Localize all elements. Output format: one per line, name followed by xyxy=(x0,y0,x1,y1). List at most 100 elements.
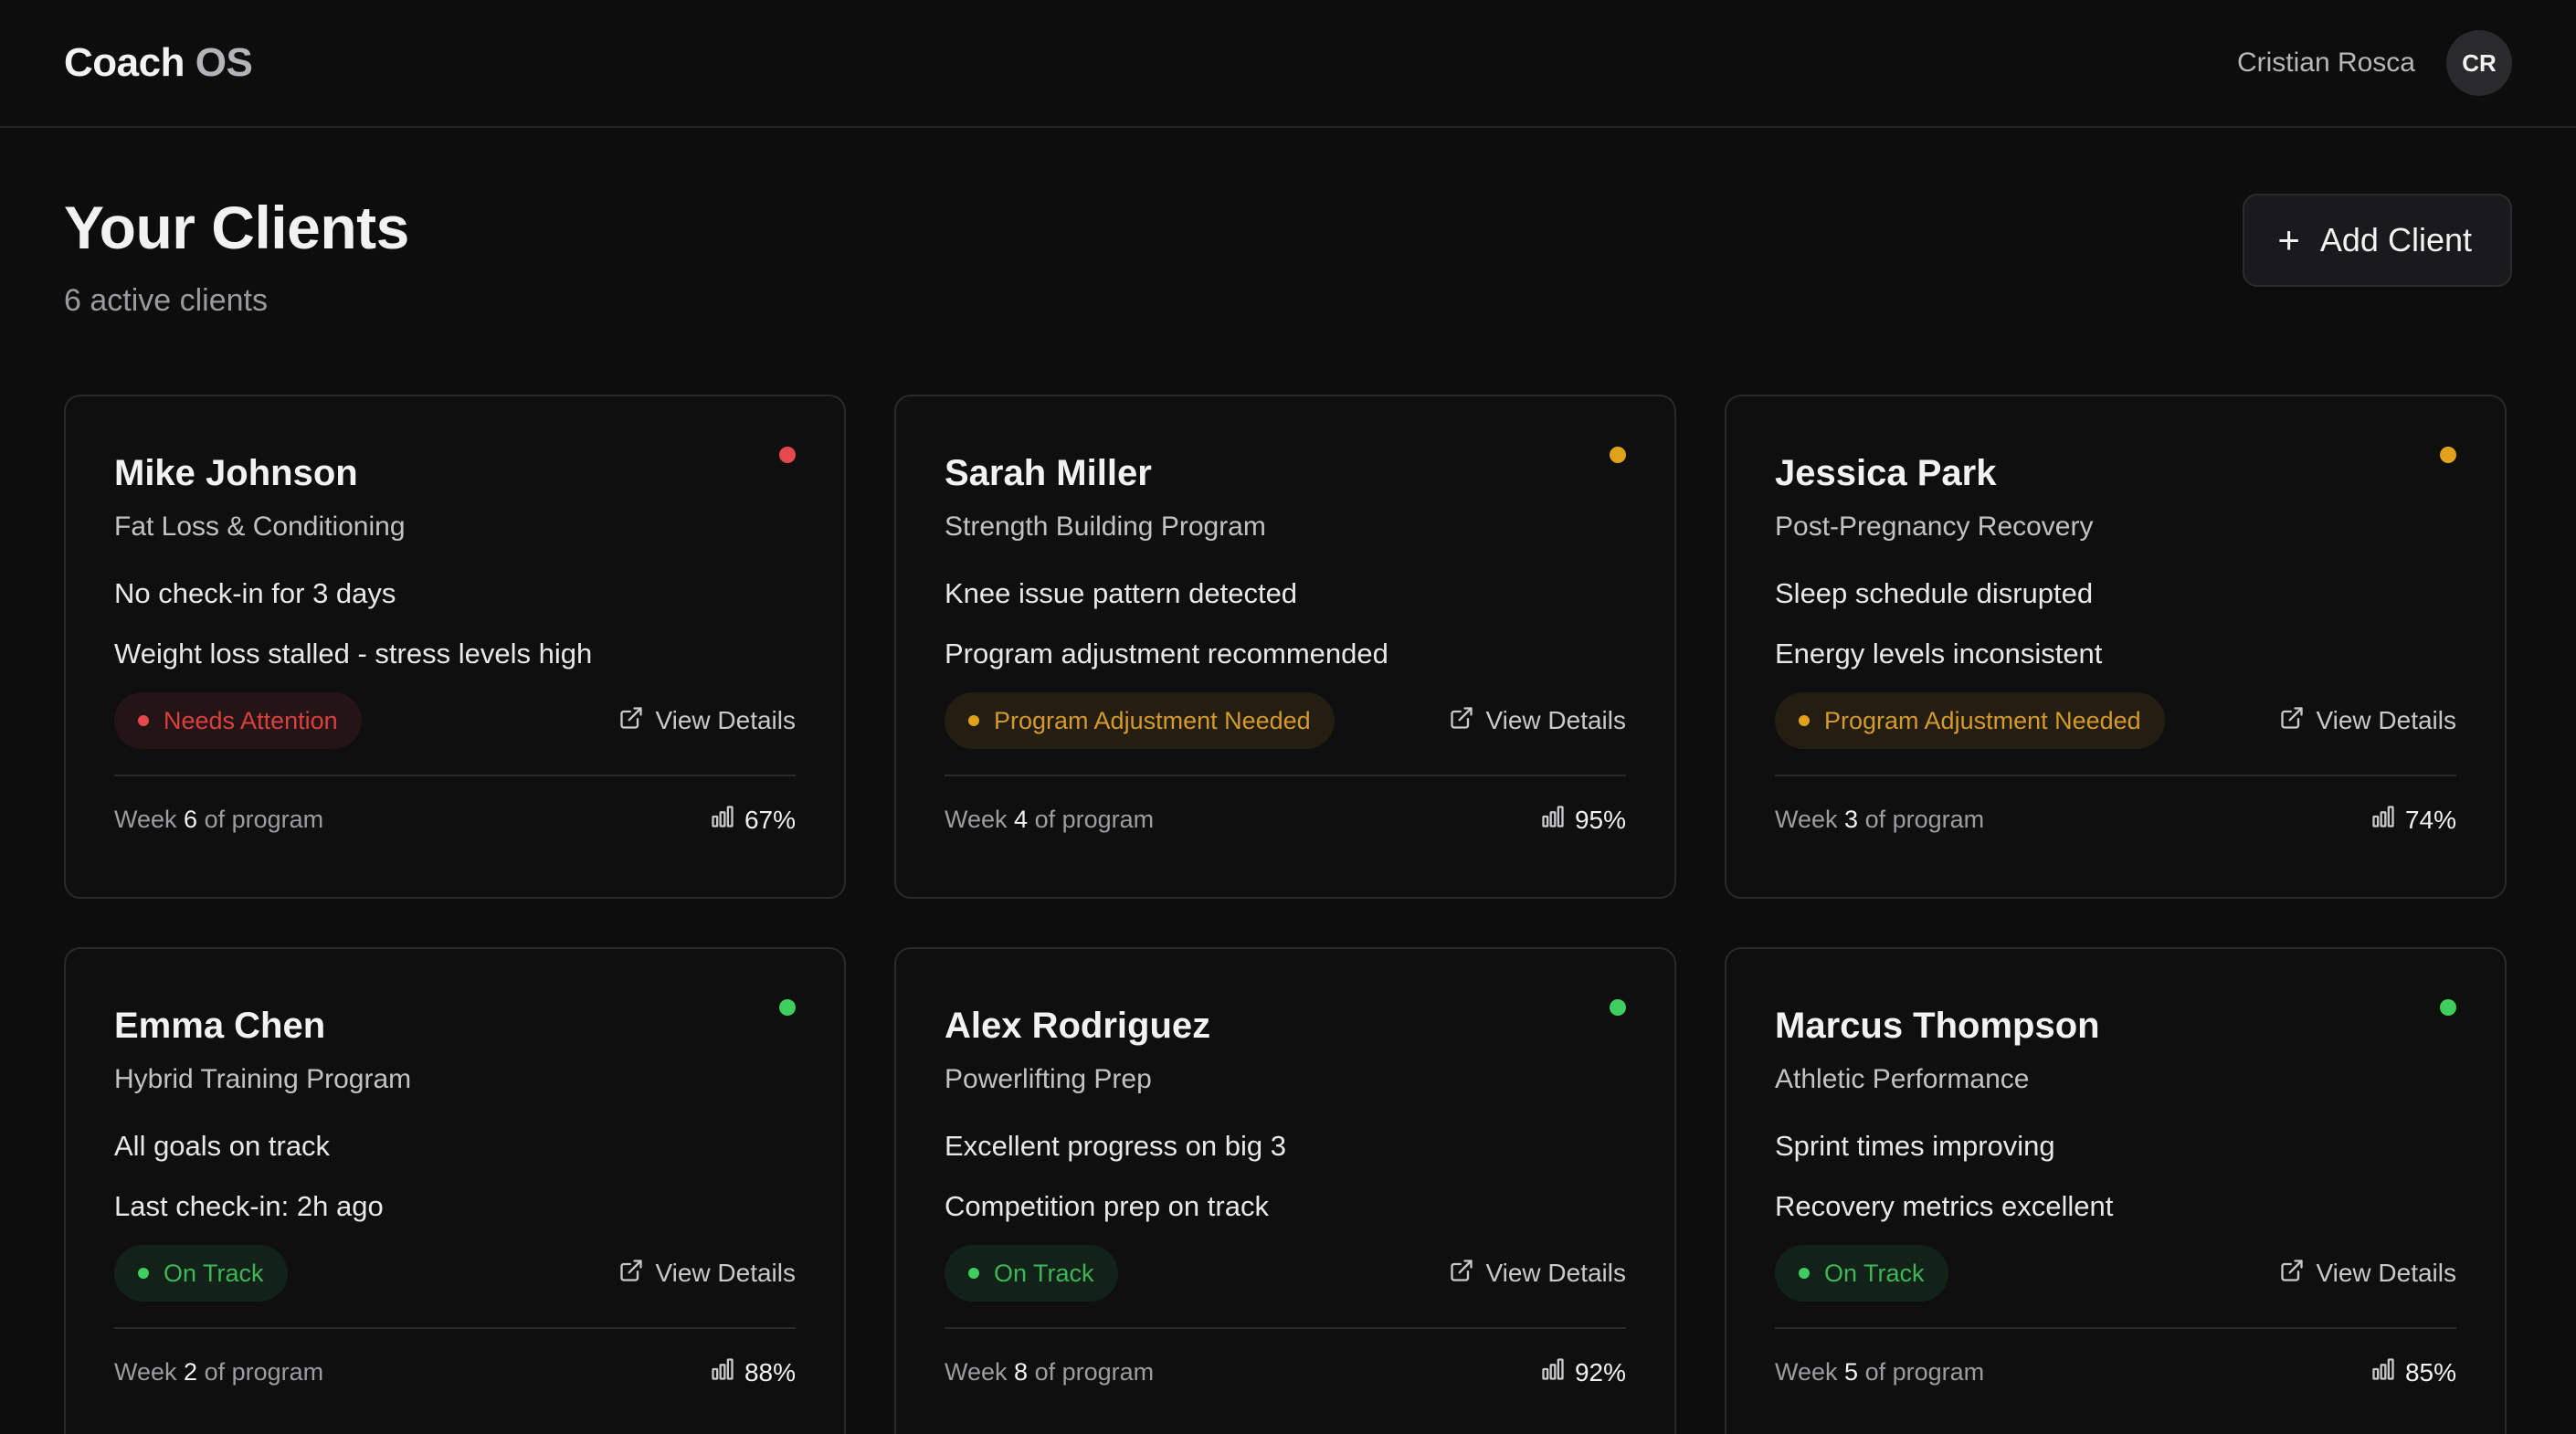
page-header: Your Clients 6 active clients + Add Clie… xyxy=(64,128,2512,395)
program-name: Post-Pregnancy Recovery xyxy=(1775,511,2094,542)
progress-value: 67% xyxy=(744,805,796,834)
client-insight: Knee issue pattern detected xyxy=(945,577,1298,609)
status-label: Program Adjustment Needed xyxy=(994,706,1311,734)
view-details-link[interactable]: View Details xyxy=(618,705,796,737)
progress: 88% xyxy=(710,1356,796,1388)
app-logo[interactable]: Coach OS xyxy=(64,40,253,86)
brand-suffix: OS xyxy=(195,40,253,85)
client-insight: No check-in for 3 days xyxy=(114,577,396,609)
status-indicator xyxy=(1610,999,1626,1016)
client-name: Mike Johnson xyxy=(114,453,358,493)
progress: 92% xyxy=(1540,1356,1626,1388)
week-suffix: of program xyxy=(1034,806,1155,833)
view-details-link[interactable]: View Details xyxy=(1449,1258,1626,1290)
user-menu[interactable]: Cristian Rosca CR xyxy=(2237,30,2512,96)
progress-value: 88% xyxy=(744,1357,796,1387)
client-insight: Energy levels inconsistent xyxy=(1775,638,2103,670)
divider xyxy=(945,775,1626,776)
status-label: Needs Attention xyxy=(164,706,338,734)
week-prefix: Week xyxy=(1775,1358,1838,1386)
bar-chart-icon xyxy=(2370,804,2396,836)
week-suffix: of program xyxy=(1864,806,1985,833)
week-suffix: of program xyxy=(1864,1358,1985,1386)
progress-value: 85% xyxy=(2404,1357,2456,1387)
week-number: 8 xyxy=(1014,1358,1029,1386)
progress-value: 95% xyxy=(1574,805,1626,834)
program-week: Week 8 of program xyxy=(945,1358,1154,1387)
status-dot xyxy=(1799,715,1810,726)
external-link-icon xyxy=(2279,705,2305,737)
view-details-link[interactable]: View Details xyxy=(2279,1258,2456,1290)
week-number: 5 xyxy=(1844,1358,1859,1386)
user-name: Cristian Rosca xyxy=(2236,47,2415,78)
client-card[interactable]: Mike Johnson Fat Loss & Conditioning No … xyxy=(64,395,846,899)
week-prefix: Week xyxy=(114,1358,177,1386)
client-insight: Sprint times improving xyxy=(1775,1130,2055,1162)
status-indicator xyxy=(1610,447,1626,463)
bar-chart-icon xyxy=(710,1356,735,1388)
week-number: 6 xyxy=(184,806,198,833)
client-count: 6 active clients xyxy=(64,283,268,318)
week-prefix: Week xyxy=(1775,806,1838,833)
client-card[interactable]: Jessica Park Post-Pregnancy Recovery Sle… xyxy=(1725,395,2507,899)
progress-value: 92% xyxy=(1574,1357,1626,1387)
client-insight: Last check-in: 2h ago xyxy=(114,1190,384,1222)
program-name: Athletic Performance xyxy=(1775,1064,2030,1094)
status-indicator xyxy=(2440,447,2456,463)
plus-icon: + xyxy=(2277,218,2300,261)
status-dot xyxy=(138,1268,149,1279)
progress: 95% xyxy=(1540,804,1626,836)
client-name: Jessica Park xyxy=(1775,453,1997,493)
status-dot xyxy=(968,1268,979,1279)
page-title: Your Clients xyxy=(64,194,409,261)
status-dot xyxy=(138,715,149,726)
client-card[interactable]: Emma Chen Hybrid Training Program All go… xyxy=(64,947,846,1434)
week-suffix: of program xyxy=(1034,1358,1155,1386)
view-details-link[interactable]: View Details xyxy=(1449,705,1626,737)
client-insight: Competition prep on track xyxy=(945,1190,1269,1222)
client-card[interactable]: Alex Rodriguez Powerlifting Prep Excelle… xyxy=(894,947,1676,1434)
status-label: On Track xyxy=(164,1259,264,1287)
client-card[interactable]: Marcus Thompson Athletic Performance Spr… xyxy=(1725,947,2507,1434)
program-week: Week 6 of program xyxy=(114,806,323,834)
view-details-link[interactable]: View Details xyxy=(618,1258,796,1290)
divider xyxy=(114,1327,796,1329)
status-dot xyxy=(1799,1268,1810,1279)
program-week: Week 5 of program xyxy=(1775,1358,1984,1387)
divider xyxy=(114,775,796,776)
main-content: Your Clients 6 active clients + Add Clie… xyxy=(0,128,2576,1434)
status-badge: On Track xyxy=(945,1245,1118,1302)
add-client-button[interactable]: + Add Client xyxy=(2243,194,2512,287)
program-week: Week 2 of program xyxy=(114,1358,323,1387)
view-details-label: View Details xyxy=(1485,706,1626,734)
program-name: Hybrid Training Program xyxy=(114,1064,412,1094)
divider xyxy=(1775,775,2456,776)
week-prefix: Week xyxy=(114,806,177,833)
status-indicator xyxy=(2440,999,2456,1016)
external-link-icon xyxy=(1449,1258,1474,1290)
bar-chart-icon xyxy=(2370,1356,2396,1388)
bar-chart-icon xyxy=(1540,804,1566,836)
week-number: 2 xyxy=(184,1358,198,1386)
external-link-icon xyxy=(618,1258,644,1290)
brand-name: Coach xyxy=(64,40,185,85)
status-badge: Program Adjustment Needed xyxy=(945,692,1335,749)
status-badge: On Track xyxy=(114,1245,288,1302)
status-badge: On Track xyxy=(1775,1245,1948,1302)
client-insight: Weight loss stalled - stress levels high xyxy=(114,638,593,670)
client-card[interactable]: Sarah Miller Strength Building Program K… xyxy=(894,395,1676,899)
program-week: Week 3 of program xyxy=(1775,806,1984,834)
status-label: Program Adjustment Needed xyxy=(1824,706,2141,734)
program-name: Strength Building Program xyxy=(945,511,1266,542)
status-indicator xyxy=(779,447,796,463)
avatar[interactable]: CR xyxy=(2446,30,2512,96)
week-prefix: Week xyxy=(945,1358,1008,1386)
week-number: 3 xyxy=(1844,806,1859,833)
divider xyxy=(1775,1327,2456,1329)
view-details-link[interactable]: View Details xyxy=(2279,705,2456,737)
week-suffix: of program xyxy=(204,1358,324,1386)
status-badge: Needs Attention xyxy=(114,692,362,749)
client-name: Alex Rodriguez xyxy=(945,1006,1211,1046)
view-details-label: View Details xyxy=(1485,1259,1626,1287)
week-suffix: of program xyxy=(204,806,324,833)
